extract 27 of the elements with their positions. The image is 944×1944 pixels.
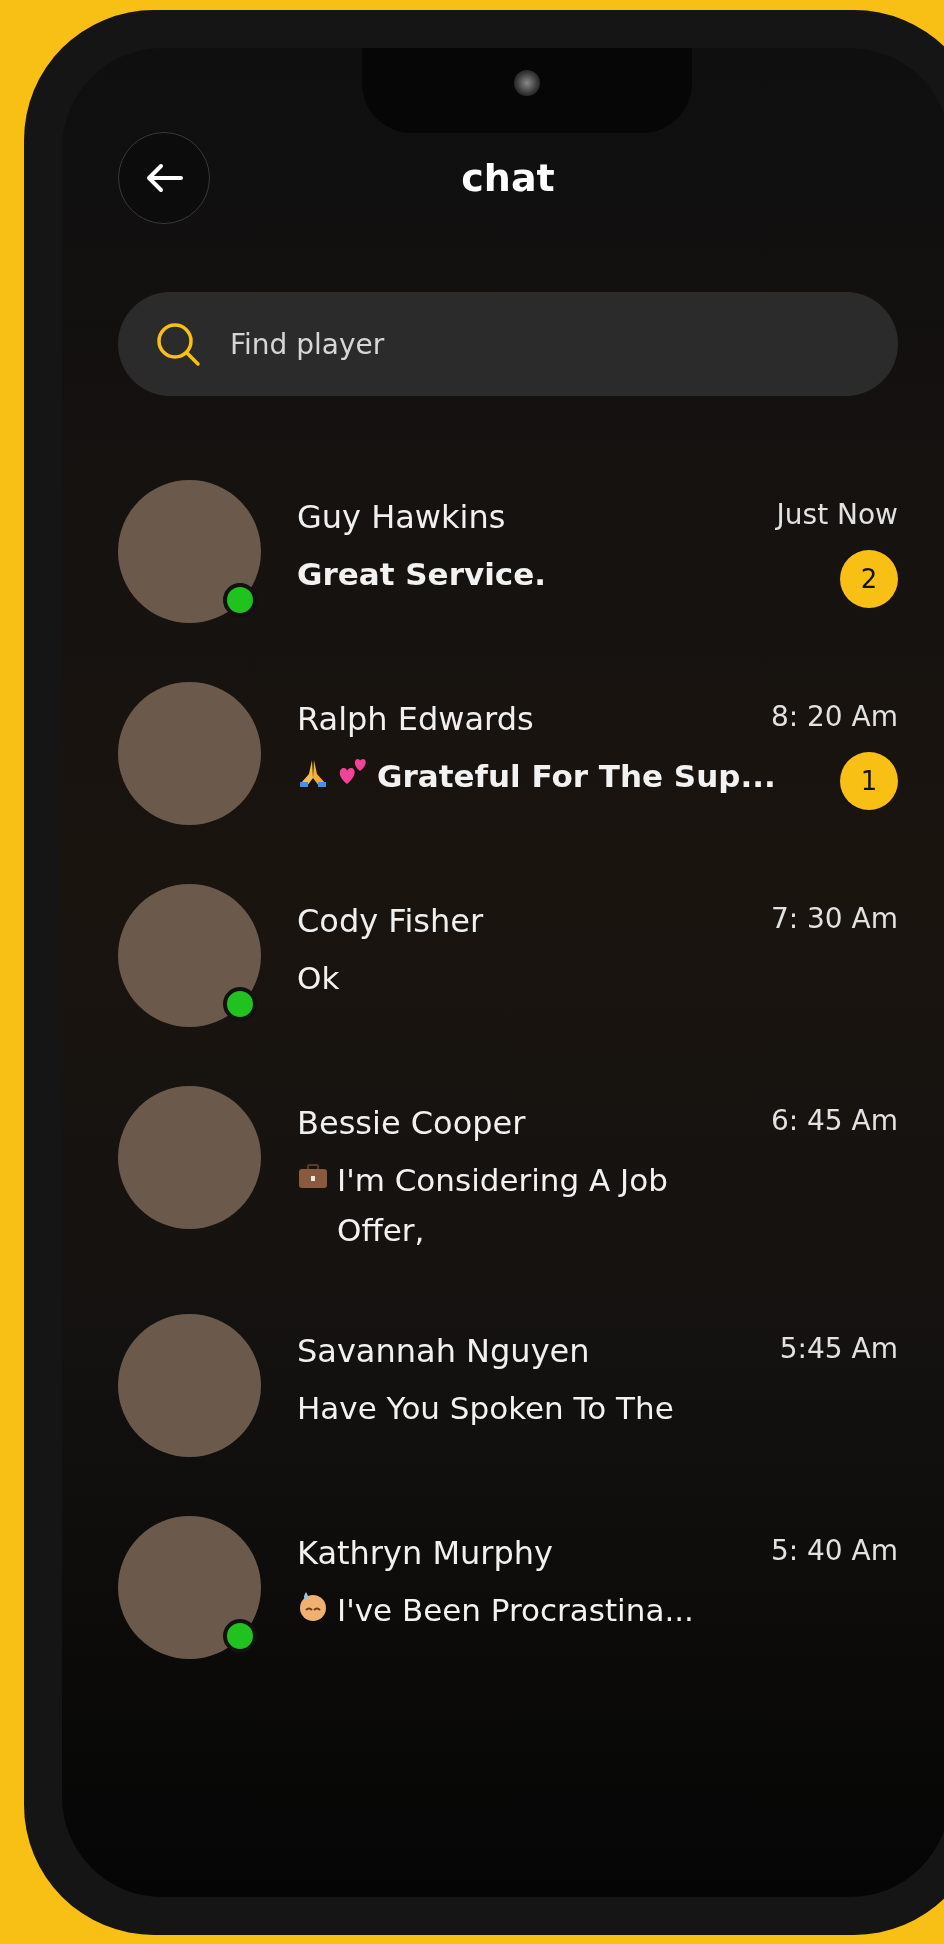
unread-count: 2 <box>840 550 898 608</box>
search-icon <box>154 320 202 368</box>
message-preview: I've Been Procrastina... <box>337 1591 694 1631</box>
search-field[interactable]: Find player <box>118 292 898 396</box>
message-time: 5: 40 Am <box>770 1534 898 1568</box>
sweat-face-icon <box>297 1590 329 1623</box>
contact-name: Savannah Nguyen <box>297 1332 590 1371</box>
screen-title: chat <box>461 156 555 200</box>
contact-name: Guy Hawkins <box>297 498 506 536</box>
message-time: Just Now <box>776 498 898 531</box>
message-preview: Great Service. <box>297 555 546 594</box>
contact-name: Cody Fisher <box>297 902 484 940</box>
message-preview: Have You Spoken To The <box>297 1389 674 1429</box>
camera-icon <box>514 70 540 96</box>
contact-name: Ralph Edwards <box>297 700 534 738</box>
unread-count: 1 <box>840 752 898 810</box>
search-input[interactable]: Find player <box>228 326 868 362</box>
message-preview: Ok <box>297 959 340 998</box>
message-preview: I'm Considering A Job Offer, <box>337 1161 668 1250</box>
message-time: 8: 20 Am <box>770 700 898 733</box>
message-time: 7: 30 Am <box>770 902 898 935</box>
back-arrow-icon <box>145 163 183 193</box>
contact-name: Kathryn Murphy <box>297 1534 553 1573</box>
message-time: 5:45 Am <box>779 1332 898 1366</box>
message-time: 6: 45 Am <box>770 1104 898 1137</box>
message-preview: Grateful For The Sup... <box>377 757 776 796</box>
contact-name: Bessie Cooper <box>297 1104 526 1142</box>
